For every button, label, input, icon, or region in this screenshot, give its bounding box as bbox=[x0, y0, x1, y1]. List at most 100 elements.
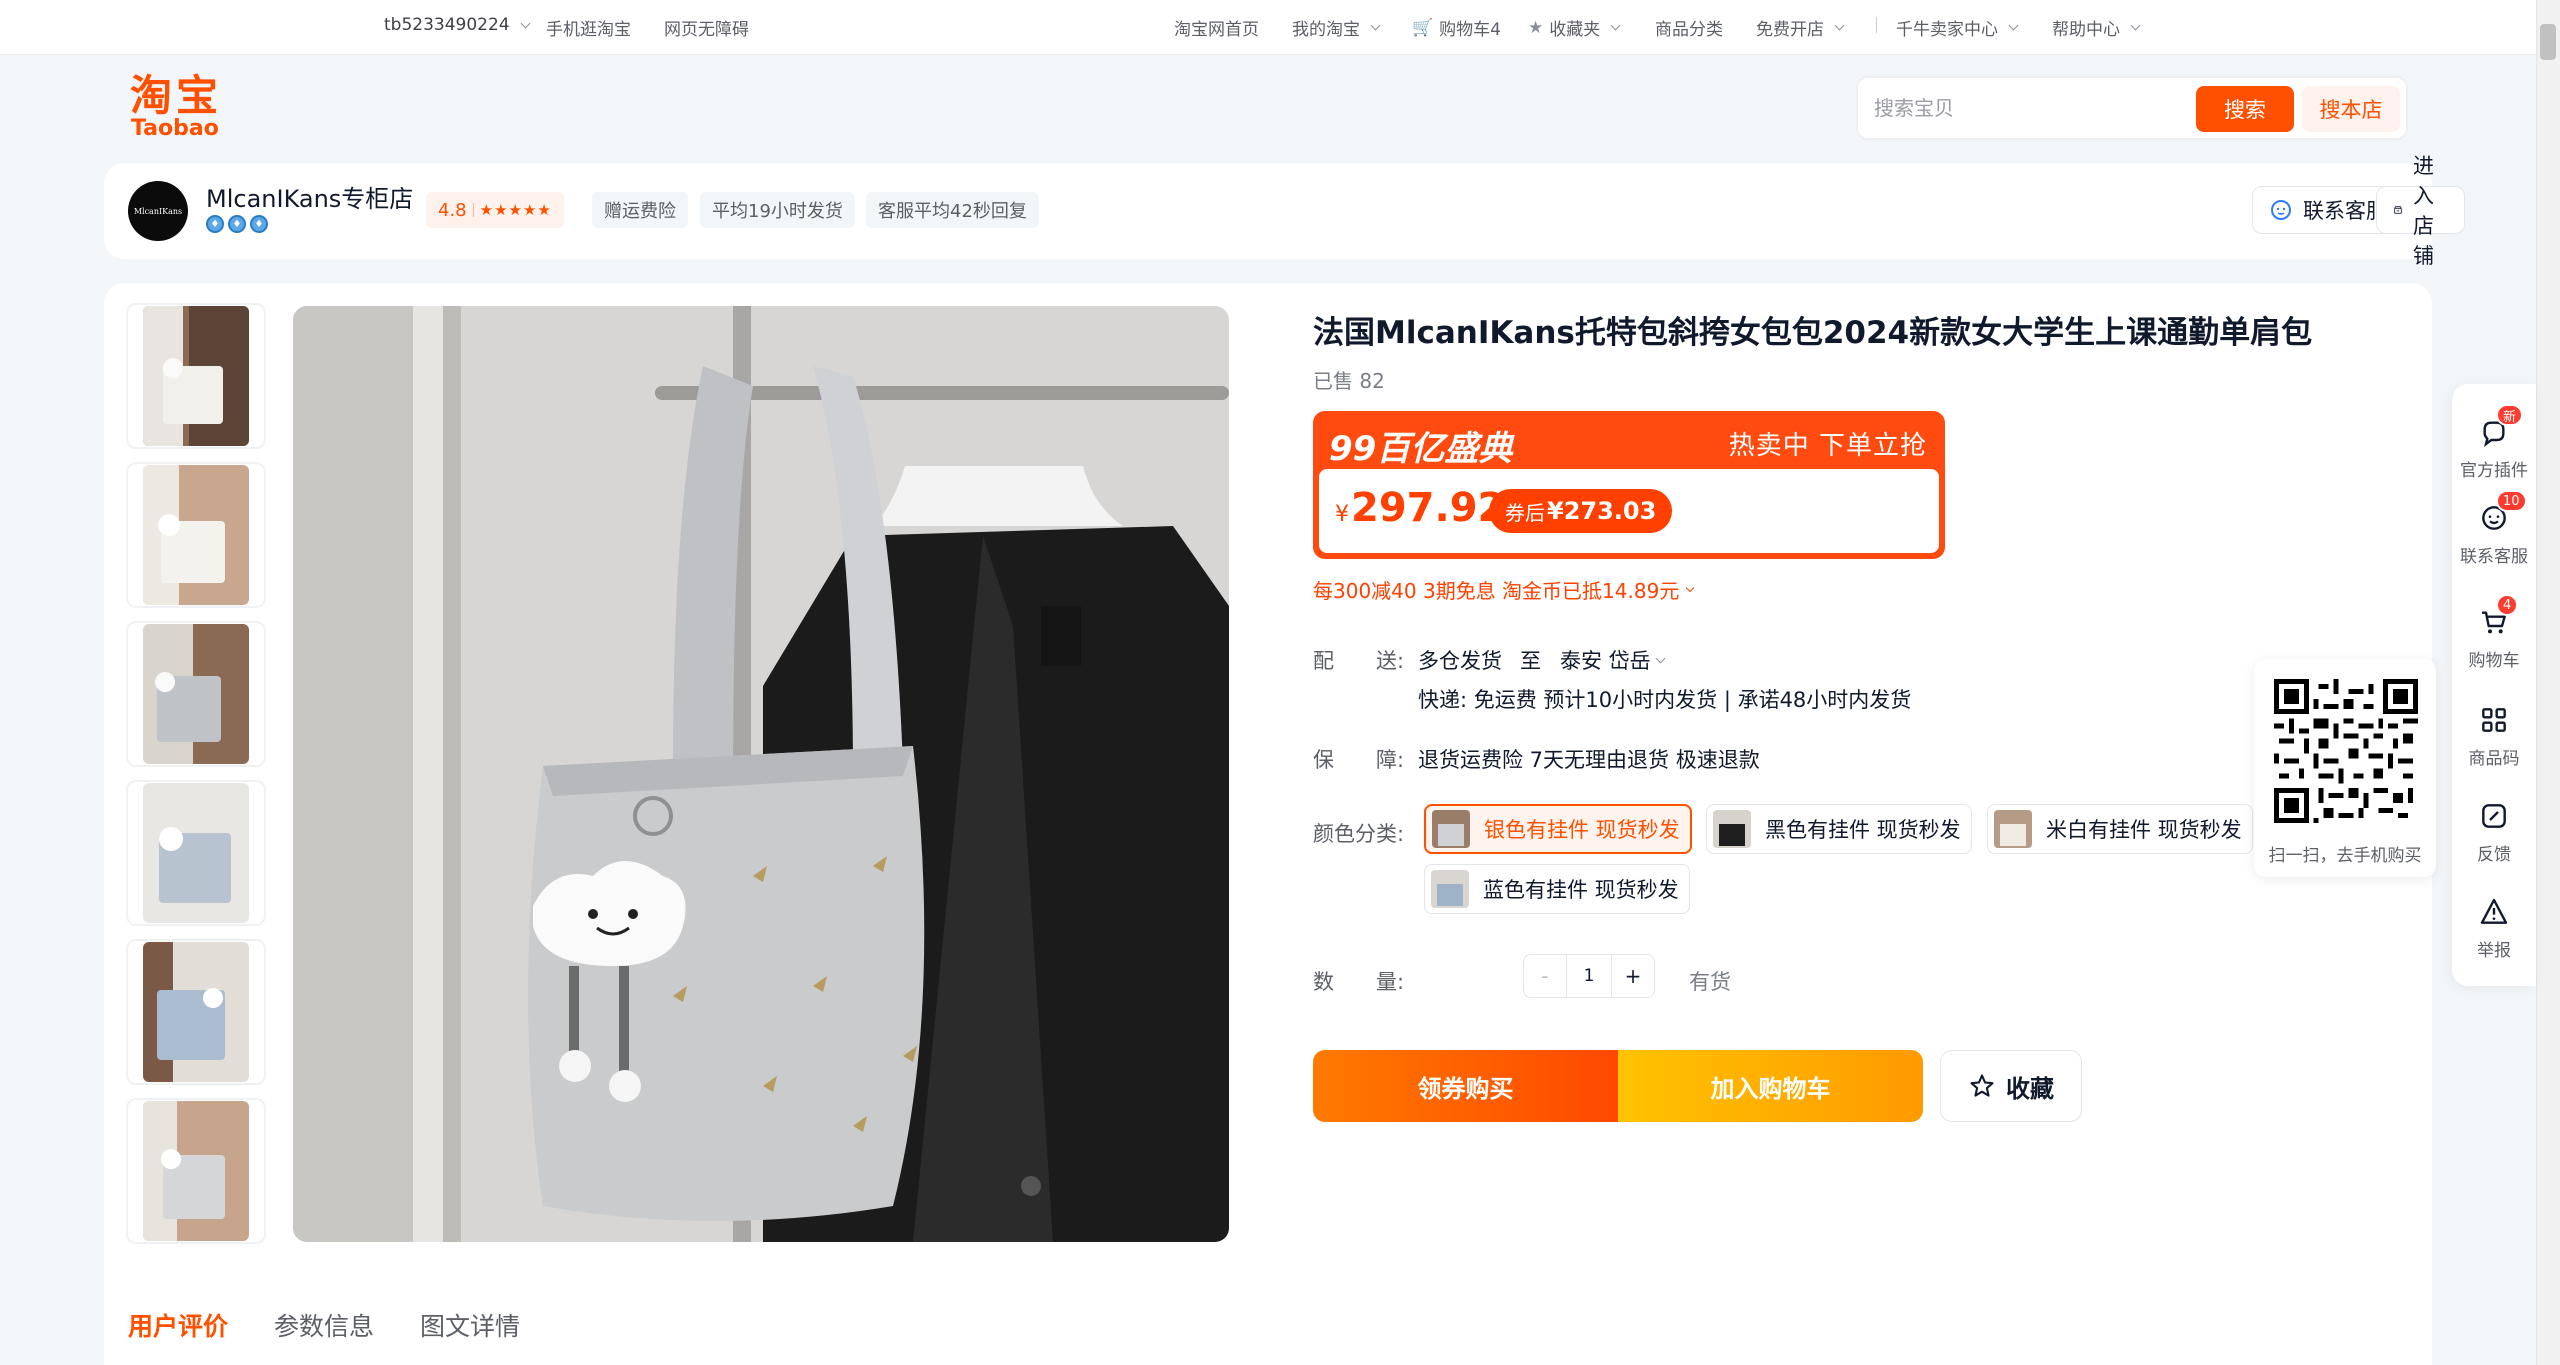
sku-label: 黑色有挂件 现货秒发 bbox=[1765, 818, 1961, 842]
sold-count: 已售 82 bbox=[1313, 369, 1385, 393]
customer-service-icon: 10 bbox=[2476, 490, 2527, 536]
thumbnail-3[interactable] bbox=[126, 621, 266, 767]
sku-label: 银色有挂件 现货秒发 bbox=[1484, 818, 1680, 842]
offers-text: 每300减40 3期免息 淘金币已抵14.89元 bbox=[1313, 579, 1680, 603]
cart-link[interactable]: 🛒 购物车4 bbox=[1412, 15, 1501, 41]
tab-specifications[interactable]: 参数信息 bbox=[274, 1307, 374, 1353]
qr-code-image bbox=[2274, 679, 2418, 823]
grid-code-icon bbox=[2476, 702, 2512, 738]
seller-center-menu[interactable]: 千牛卖家中心 bbox=[1896, 15, 2019, 40]
favorites-label: 收藏夹 bbox=[1549, 20, 1601, 40]
delivery-detail: 快递: 免运费 预计10小时内发货 | 承诺48小时内发货 bbox=[1418, 688, 1912, 712]
shop-name[interactable]: MlcanIKans专柜店 bbox=[206, 179, 413, 214]
username-menu[interactable]: tb5233490224 bbox=[384, 15, 531, 35]
shop-chip-shipping: 平均19小时发货 bbox=[700, 192, 855, 228]
thumbnail-1[interactable] bbox=[126, 303, 266, 449]
thumbnail-5[interactable] bbox=[126, 939, 266, 1085]
taobao-logo[interactable]: 淘宝 Taobao bbox=[130, 74, 230, 144]
chevron-down-icon bbox=[2130, 20, 2141, 31]
delivery-destination[interactable]: 泰安 岱岳 bbox=[1560, 645, 1666, 675]
search-box: 搜索 搜本店 bbox=[1856, 76, 2408, 140]
favorite-label: 收藏 bbox=[2006, 1074, 2054, 1103]
chevron-down-icon bbox=[520, 18, 531, 28]
sku-option-ivory[interactable]: 米白有挂件 现货秒发 bbox=[1987, 804, 2253, 854]
sidebar-label: 反馈 bbox=[2477, 845, 2511, 865]
mobile-taobao-link[interactable]: 手机逛淘宝 bbox=[546, 15, 631, 40]
search-shop-button[interactable]: 搜本店 bbox=[2302, 86, 2400, 132]
qr-caption: 扫一扫，去手机购买 bbox=[2268, 846, 2422, 866]
sku-option-silver[interactable]: 银色有挂件 现货秒发 bbox=[1424, 804, 1692, 854]
promo-price-box: 99百亿盛典 热卖中 下单立抢 ¥ 297.92 券后 ¥273.03 bbox=[1313, 411, 1945, 559]
help-center-menu[interactable]: 帮助中心 bbox=[2052, 15, 2141, 40]
qr-code-card: 扫一扫，去手机购买 bbox=[2254, 659, 2436, 877]
shop-icon bbox=[2394, 206, 2402, 214]
open-shop-menu[interactable]: 免费开店 bbox=[1756, 15, 1845, 40]
my-taobao-menu[interactable]: 我的淘宝 bbox=[1292, 15, 1381, 40]
thumbnail-4[interactable] bbox=[126, 780, 266, 926]
categories-link[interactable]: 商品分类 bbox=[1655, 15, 1723, 40]
product-card: 法国MlcanIKans托特包斜挎女包包2024新款女大学生上课通勤单肩包 已售… bbox=[104, 283, 2432, 1365]
tab-details[interactable]: 图文详情 bbox=[420, 1307, 520, 1353]
offers-summary[interactable]: 每300减40 3期免息 淘金币已抵14.89元 bbox=[1313, 575, 1695, 604]
search-input[interactable] bbox=[1874, 92, 2174, 124]
page-scrollbar[interactable] bbox=[2536, 0, 2560, 1365]
favorites-menu[interactable]: ★ 收藏夹 bbox=[1528, 15, 1621, 40]
add-to-cart-button[interactable]: 加入购物车 bbox=[1618, 1050, 1923, 1122]
medal-icon: ♦ bbox=[250, 215, 268, 233]
chevron-down-icon bbox=[1655, 653, 1666, 663]
sidebar-item-service[interactable]: 10 联系客服 bbox=[2452, 490, 2536, 567]
sidebar-item-feedback[interactable]: 反馈 bbox=[2452, 798, 2536, 865]
thumbnail-list bbox=[126, 303, 272, 1257]
site-top-nav: tb5233490224 手机逛淘宝 网页无障碍 淘宝网首页 我的淘宝 🛒 购物车… bbox=[0, 0, 2536, 55]
currency-symbol: ¥ bbox=[1335, 502, 1349, 527]
search-button[interactable]: 搜索 bbox=[2196, 86, 2294, 132]
thumbnail-2[interactable] bbox=[126, 462, 266, 608]
warning-icon bbox=[2476, 894, 2512, 930]
tab-reviews[interactable]: 用户评价 bbox=[128, 1307, 228, 1353]
purchase-buttons: 领券购买 加入购物车 bbox=[1313, 1050, 1923, 1122]
sidebar-label: 举报 bbox=[2477, 941, 2511, 961]
scrollbar-thumb[interactable] bbox=[2540, 24, 2556, 60]
medal-icon: ♦ bbox=[228, 215, 246, 233]
sidebar-item-product-code[interactable]: 商品码 bbox=[2452, 702, 2536, 769]
accessibility-link[interactable]: 网页无障碍 bbox=[664, 15, 749, 40]
shop-level-badges: ♦ ♦ ♦ bbox=[206, 215, 268, 233]
quantity-input[interactable] bbox=[1567, 954, 1611, 998]
main-product-image[interactable] bbox=[293, 306, 1229, 1242]
taobao-home-link[interactable]: 淘宝网首页 bbox=[1174, 15, 1259, 40]
sidebar-label: 购物车 bbox=[2468, 651, 2520, 671]
sidebar-label: 联系客服 bbox=[2460, 547, 2528, 567]
promo-event-title: 99百亿盛典 bbox=[1329, 429, 1513, 469]
price-value: 297.92 bbox=[1351, 485, 1506, 531]
star-outline-icon bbox=[1970, 1074, 1994, 1097]
username-label: tb5233490224 bbox=[384, 15, 510, 35]
current-price: ¥ 297.92 bbox=[1335, 485, 1505, 531]
shop-chip-service: 客服平均42秒回复 bbox=[866, 192, 1039, 228]
shop-rating: 4.8 ★★★★★ bbox=[426, 192, 564, 228]
sku-option-blue[interactable]: 蓝色有挂件 现货秒发 bbox=[1424, 864, 1690, 914]
sidebar-item-report[interactable]: 举报 bbox=[2452, 894, 2536, 961]
coupon-price-tag[interactable]: 券后 ¥273.03 bbox=[1489, 489, 1673, 533]
sku-option-black[interactable]: 黑色有挂件 现货秒发 bbox=[1706, 804, 1972, 854]
quantity-increase-button[interactable]: + bbox=[1611, 954, 1655, 998]
shop-avatar[interactable]: MlcanIKans bbox=[128, 181, 188, 241]
cart-icon: 4 bbox=[2476, 594, 2519, 640]
delivery-label: 配 送: bbox=[1313, 649, 1405, 673]
service-badge: 10 bbox=[2496, 490, 2527, 512]
seller-center-label: 千牛卖家中心 bbox=[1896, 20, 1998, 40]
sidebar-item-plugin[interactable]: 新 官方插件 bbox=[2452, 404, 2536, 481]
enter-shop-button[interactable]: 进入店铺 bbox=[2376, 154, 2465, 268]
favorite-button[interactable]: 收藏 bbox=[1940, 1050, 2082, 1122]
thumbnail-image bbox=[143, 783, 249, 923]
sidebar-item-cart[interactable]: 4 购物车 bbox=[2452, 594, 2536, 671]
buy-with-coupon-button[interactable]: 领券购买 bbox=[1313, 1050, 1618, 1122]
thumbnail-6[interactable] bbox=[126, 1098, 266, 1244]
chat-icon bbox=[2271, 200, 2291, 220]
rating-divider bbox=[472, 203, 474, 217]
sku-thumbnail bbox=[1432, 810, 1470, 848]
my-taobao-label: 我的淘宝 bbox=[1292, 20, 1360, 40]
nav-divider bbox=[1876, 17, 1877, 33]
color-label: 颜色分类: bbox=[1313, 822, 1405, 846]
thumbnail-image bbox=[143, 942, 249, 1082]
quantity-decrease-button[interactable]: - bbox=[1523, 954, 1567, 998]
